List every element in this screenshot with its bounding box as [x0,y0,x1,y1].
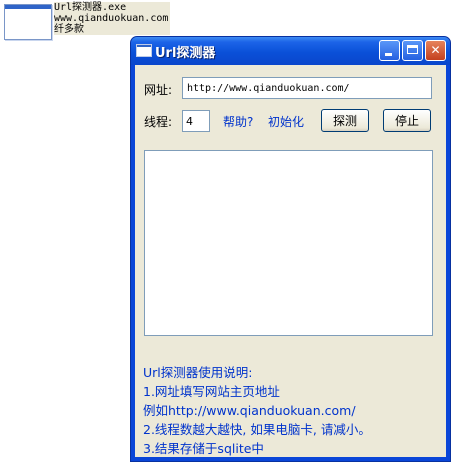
desktop-file-label[interactable]: Url探测器.exe www.qianduokuan.com 纤多款 [54,2,170,35]
detect-button[interactable]: 探测 [321,109,369,132]
window-client-area: 网址: 线程: 帮助? 初始化 探测 停止 Url探测器使用说明: 1.网址填写… [135,65,446,457]
instructions-title: Url探测器使用说明: [143,365,253,380]
help-link[interactable]: 帮助? [223,113,253,130]
desktop-file-icon[interactable] [4,4,52,40]
instructions-line-4: 3.结果存储于sqlite中 [143,441,264,456]
thread-count-input[interactable] [182,110,210,132]
url-label: 网址: [144,83,173,97]
title-bar[interactable]: Url探测器 ✕ [131,37,450,65]
initialize-link[interactable]: 初始化 [268,113,304,130]
file-name: Url探测器.exe [54,2,127,13]
maximize-button[interactable] [402,40,423,61]
instructions: Url探测器使用说明: 1.网址填写网站主页地址 例如http://www.qi… [143,363,433,458]
thread-label: 线程: [144,115,173,129]
url-input[interactable] [182,77,432,99]
close-button[interactable]: ✕ [425,40,446,61]
close-icon: ✕ [430,43,441,57]
window-title: Url探测器 [155,46,216,61]
maximize-icon [407,45,418,54]
results-output-box[interactable] [144,150,433,336]
file-description: 纤多款 [54,24,84,35]
instructions-line-3: 2.线程数越大越快, 如果电脑卡, 请减小。 [143,422,371,437]
file-company: www.qianduokuan.com [54,13,169,24]
app-window: Url探测器 ✕ 网址: 线程: 帮助? 初始化 探测 停止 Url探测器使用说… [130,36,451,462]
instructions-line-1: 1.网址填写网站主页地址 [143,384,280,399]
minimize-icon [385,53,392,56]
instructions-line-2: 例如http://www.qianduokuan.com/ [143,403,356,418]
file-icon-titlebar [5,5,51,9]
minimize-button[interactable] [379,40,400,61]
stop-button[interactable]: 停止 [383,109,431,132]
window-app-icon[interactable] [136,44,152,57]
